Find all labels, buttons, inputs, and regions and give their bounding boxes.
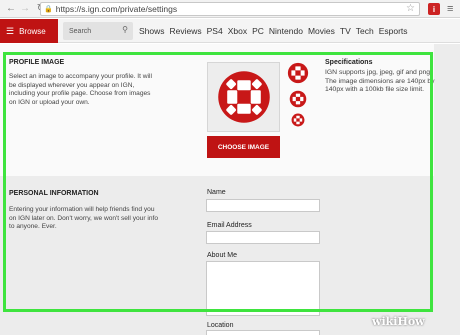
current-avatar[interactable] bbox=[207, 62, 280, 132]
ign-logo-icon bbox=[289, 90, 307, 108]
about-me-label: About Me bbox=[207, 252, 237, 259]
email-label: Email Address bbox=[207, 222, 252, 229]
watermark-text: wikiHow bbox=[372, 315, 425, 328]
nav-link-tv[interactable]: TV bbox=[340, 26, 351, 36]
search-placeholder: Search bbox=[69, 27, 92, 35]
nav-link-ps4[interactable]: PS4 bbox=[207, 26, 223, 36]
nav-link-xbox[interactable]: Xbox bbox=[228, 26, 247, 36]
nav-link-nintendo[interactable]: Nintendo bbox=[269, 26, 303, 36]
nav-links: Shows Reviews PS4 Xbox PC Nintendo Movie… bbox=[139, 19, 408, 43]
avatar-preview-small bbox=[291, 113, 305, 127]
personal-information-description: Entering your information will help frie… bbox=[9, 206, 158, 231]
nav-link-movies[interactable]: Movies bbox=[308, 26, 335, 36]
avatar-preview-medium bbox=[289, 90, 307, 108]
location-label: Location bbox=[207, 322, 234, 329]
nav-link-esports[interactable]: Esports bbox=[379, 26, 408, 36]
name-field[interactable] bbox=[206, 199, 320, 212]
ign-logo-icon bbox=[291, 113, 305, 127]
ign-extension-icon[interactable]: i bbox=[428, 3, 440, 15]
specifications-text: IGN supports jpg, jpeg, gif and png. The… bbox=[325, 69, 435, 94]
avatar-preview-large bbox=[287, 62, 309, 84]
email-field[interactable] bbox=[206, 231, 320, 244]
address-bar[interactable]: 🔒 https://s.ign.com/private/settings ☆ bbox=[40, 2, 420, 16]
personal-information-title: PERSONAL INFORMATION bbox=[9, 190, 99, 197]
lock-icon: 🔒 bbox=[44, 6, 53, 13]
nav-link-shows[interactable]: Shows bbox=[139, 26, 165, 36]
nav-link-tech[interactable]: Tech bbox=[356, 26, 374, 36]
profile-image-description: Select an image to accompany your profil… bbox=[9, 73, 152, 106]
search-input[interactable]: Search ⚲ bbox=[63, 22, 133, 40]
specifications-title: Specifications bbox=[325, 59, 373, 66]
browse-button[interactable]: ☰ Browse bbox=[0, 19, 58, 43]
ign-logo-icon bbox=[217, 71, 270, 123]
url-text: https://s.ign.com/private/settings bbox=[55, 4, 178, 14]
choose-image-button[interactable]: CHOOSE IMAGE bbox=[207, 136, 280, 158]
forward-arrow-icon[interactable]: → bbox=[18, 2, 32, 16]
browser-menu-icon[interactable]: ≡ bbox=[447, 2, 453, 16]
site-nav: ☰ Browse Search ⚲ Shows Reviews PS4 Xbox… bbox=[0, 19, 460, 43]
profile-image-section: PROFILE IMAGE Select an image to accompa… bbox=[0, 44, 435, 176]
nav-link-reviews[interactable]: Reviews bbox=[170, 26, 202, 36]
wikihow-watermark: wikiHow bbox=[372, 315, 425, 328]
name-label: Name bbox=[207, 189, 226, 196]
nav-link-pc[interactable]: PC bbox=[252, 26, 264, 36]
browse-label: Browse bbox=[19, 26, 46, 36]
about-me-textarea[interactable] bbox=[206, 261, 320, 316]
location-field[interactable] bbox=[206, 330, 320, 335]
personal-information-section: PERSONAL INFORMATION Entering your infor… bbox=[0, 176, 434, 335]
browser-toolbar: ← → ↻ 🔒 https://s.ign.com/private/settin… bbox=[0, 0, 460, 18]
search-icon[interactable]: ⚲ bbox=[122, 25, 128, 34]
settings-content: PROFILE IMAGE Select an image to accompa… bbox=[0, 44, 460, 335]
back-arrow-icon[interactable]: ← bbox=[4, 2, 18, 16]
profile-image-title: PROFILE IMAGE bbox=[9, 59, 65, 66]
bookmark-star-icon[interactable]: ☆ bbox=[406, 3, 415, 14]
ign-logo-icon bbox=[287, 62, 309, 84]
hamburger-icon: ☰ bbox=[6, 25, 15, 36]
